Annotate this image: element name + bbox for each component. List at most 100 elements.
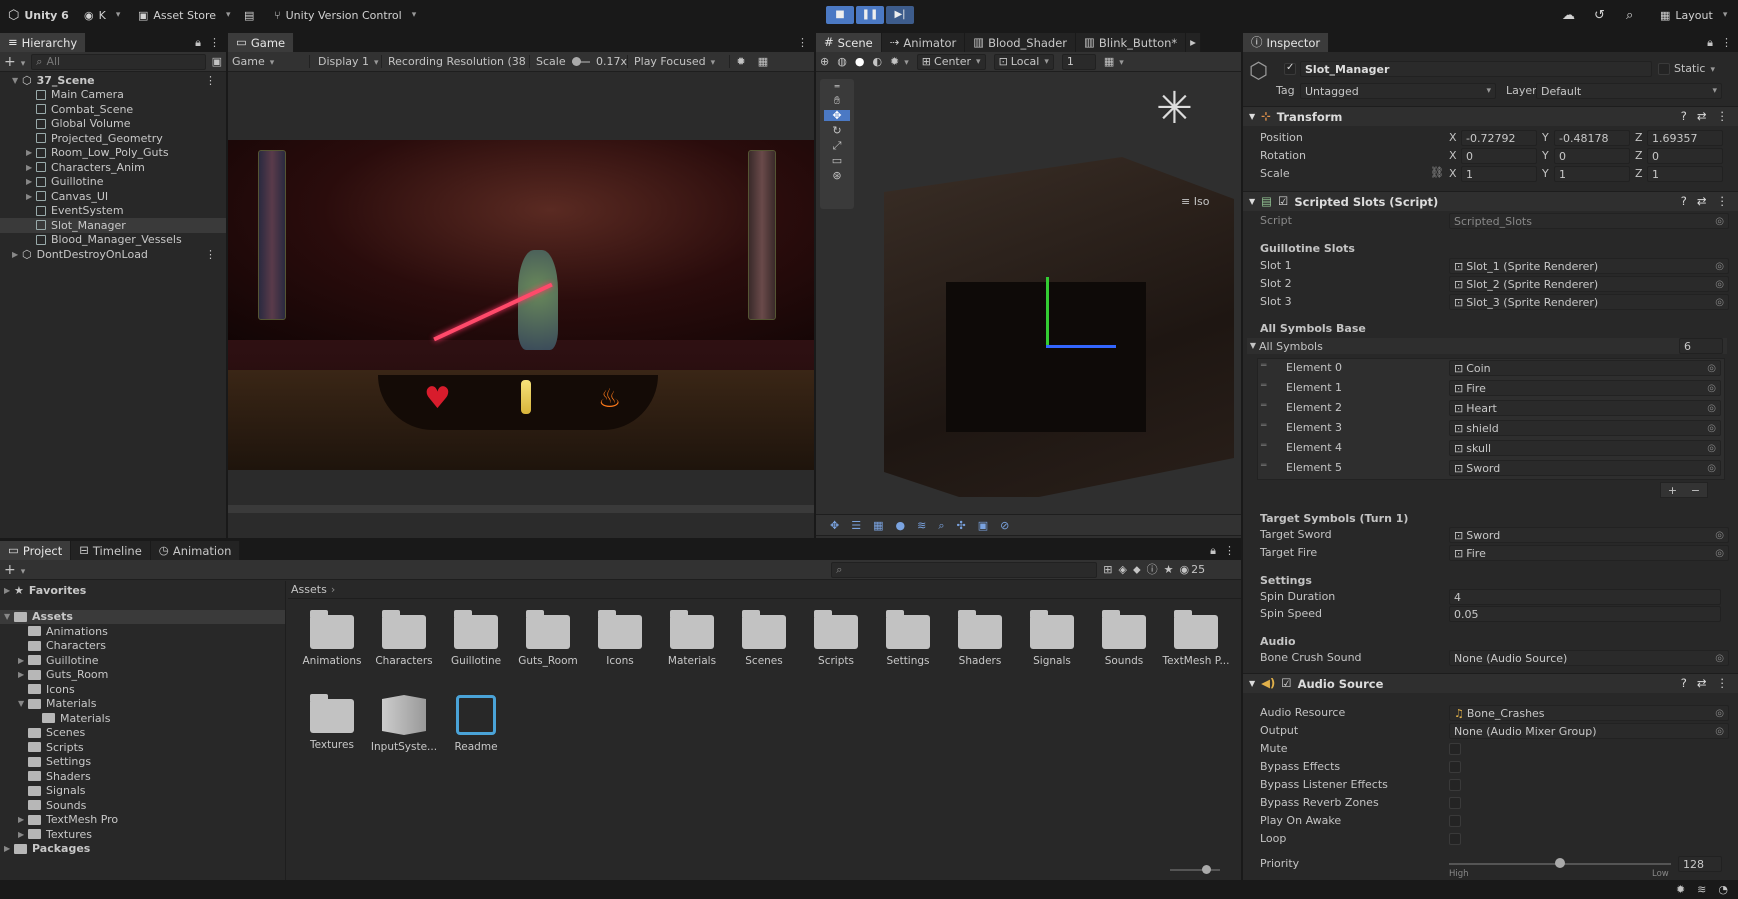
audio-toggle-checkbox[interactable] <box>1449 743 1461 755</box>
project-tree-item[interactable]: Sounds <box>0 798 285 813</box>
slot-field[interactable]: ⊡ Slot_1 (Sprite Renderer) <box>1449 258 1729 274</box>
kebab-menu-icon[interactable]: ⋮ <box>209 37 220 48</box>
tag-dropdown[interactable]: Untagged <box>1300 83 1496 99</box>
bug-icon[interactable]: ✹ <box>1676 884 1685 895</box>
scale-tool-icon[interactable]: ⤢ <box>833 140 842 151</box>
hand-tool-icon[interactable]: ✋︎ <box>834 95 840 106</box>
static-checkbox[interactable] <box>1658 63 1670 75</box>
asset-item[interactable]: Textures <box>296 694 368 751</box>
transform-value-field[interactable]: 1.69357 <box>1647 130 1723 146</box>
project-tree-item[interactable]: Materials <box>0 711 285 726</box>
chevron-right-icon[interactable]: ▶ <box>18 670 28 679</box>
search-by-label-icon[interactable]: ◈ <box>1118 564 1126 575</box>
spin-duration-field[interactable]: 4 <box>1449 589 1721 605</box>
hidden-packages-toggle[interactable]: ◉ 25 <box>1180 563 1206 576</box>
tab-game[interactable]: ▭ Game <box>228 33 295 52</box>
overlay-pivot-icon[interactable]: ✣ <box>957 520 966 531</box>
stack-icon[interactable]: ≋ <box>1697 884 1706 895</box>
element-field[interactable]: ⊡ shield <box>1449 420 1721 436</box>
chevron-right-icon[interactable]: ▶ <box>26 148 36 157</box>
enabled-check-icon[interactable]: ☑ <box>1278 195 1288 208</box>
project-tree-item[interactable]: Signals <box>0 784 285 799</box>
asset-folder[interactable]: Shaders <box>944 610 1016 667</box>
static-dropdown[interactable]: Static <box>1674 62 1715 75</box>
drag-handle-icon[interactable]: ═ <box>1261 441 1266 451</box>
project-tree-item[interactable]: Characters <box>0 639 285 654</box>
project-tree-item[interactable]: ▼ Materials <box>0 697 285 712</box>
tab-inspector[interactable]: ⓘ Inspector <box>1243 33 1330 52</box>
scale-slider[interactable]: Scale 0.17x <box>530 55 628 68</box>
asset-folder[interactable]: Guts_Room <box>512 610 584 667</box>
element-field[interactable]: ⊡ Fire <box>1449 380 1721 396</box>
kebab-menu-icon[interactable]: ⋮ <box>1717 195 1729 208</box>
grid-snap-icon[interactable]: ▦ <box>1104 56 1124 68</box>
preset-icon[interactable]: ⇄ <box>1697 110 1707 123</box>
audio-toggle-checkbox[interactable] <box>1449 779 1461 791</box>
scene-filter-icon[interactable]: ▣ <box>212 56 222 67</box>
chevron-right-icon[interactable]: ▶ <box>26 163 36 172</box>
preset-icon[interactable]: ⇄ <box>1697 195 1707 208</box>
asset-store-dropdown[interactable]: ▣ Asset Store <box>138 5 231 25</box>
history-button[interactable]: ↺ <box>1594 5 1605 25</box>
overlay-search-icon[interactable]: ⌕ <box>938 520 944 531</box>
tab-timeline[interactable]: ⊟ Timeline <box>71 541 151 560</box>
drag-handle-icon[interactable]: ═ <box>1261 401 1266 411</box>
orientation-icon[interactable]: ⊕ <box>820 56 829 67</box>
transform-value-field[interactable]: 1 <box>1461 166 1537 182</box>
assets-root-item[interactable]: ▼ Assets <box>0 609 285 624</box>
issues-icon[interactable]: ⓘ <box>1147 564 1158 575</box>
active-checkbox[interactable]: ✓ <box>1284 62 1296 75</box>
audio-toggle-checkbox[interactable] <box>1449 815 1461 827</box>
help-icon[interactable]: ? <box>1681 110 1687 123</box>
element-field[interactable]: ⊡ skull <box>1449 440 1721 456</box>
asset-folder[interactable]: Icons <box>584 610 656 667</box>
lock-icon[interactable]: 🔒︎ <box>195 37 201 48</box>
priority-slider-knob[interactable] <box>1555 858 1565 868</box>
tab-overflow[interactable]: ▸ <box>1186 33 1201 52</box>
overlay-move-icon[interactable]: ✥ <box>830 520 839 531</box>
priority-slider[interactable] <box>1449 858 1671 868</box>
cloud-button[interactable]: ☁ <box>1562 5 1575 25</box>
transform-tool-icon[interactable]: ⊛ <box>832 170 841 181</box>
snap-increment-field[interactable]: 1 <box>1061 53 1096 70</box>
element-field[interactable]: ⊡ Sword <box>1449 460 1721 476</box>
transform-value-field[interactable]: 0 <box>1461 148 1537 164</box>
unity-menu-button[interactable]: ⬡ Unity 6 <box>8 5 69 25</box>
shading-wireframe-icon[interactable]: ◍ <box>837 56 847 67</box>
hierarchy-item[interactable]: ▶ Guillotine <box>0 175 226 190</box>
target-sword-field[interactable]: ⊡ Sword <box>1449 527 1729 543</box>
favorites-item[interactable]: ▶ ★ Favorites <box>0 583 285 598</box>
shading-lit-icon[interactable]: ◐ <box>872 56 882 67</box>
step-button[interactable]: ▶| <box>886 6 914 24</box>
overlay-compass-icon[interactable]: ⊘ <box>1000 520 1009 531</box>
help-icon[interactable]: ? <box>1681 677 1687 690</box>
kebab-menu-icon[interactable]: ⋮ <box>1717 110 1729 123</box>
chevron-right-icon[interactable]: ▶ <box>26 177 36 186</box>
element-field[interactable]: ⊡ Coin <box>1449 360 1721 376</box>
add-object-button[interactable]: + <box>4 55 25 69</box>
asset-folder[interactable]: TextMesh P... <box>1160 610 1232 667</box>
asset-folder[interactable]: Guillotine <box>440 610 512 667</box>
chevron-right-icon[interactable]: ▶ <box>18 830 28 839</box>
pause-button[interactable]: ❚❚ <box>856 6 884 24</box>
layer-dropdown[interactable]: Default <box>1536 83 1722 99</box>
resolution-dropdown[interactable]: Recording Resolution (38 <box>382 55 530 68</box>
bug-icon[interactable]: ✹ <box>730 56 752 67</box>
zoom-slider[interactable] <box>1170 865 1220 874</box>
hierarchy-item[interactable]: ▶ ⬡ DontDestroyOnLoad ⋮ <box>0 247 226 262</box>
project-tree-item[interactable]: Scripts <box>0 740 285 755</box>
audio-source-header[interactable]: ▼ ◀) ☑ Audio Source ? ⇄ ⋮ <box>1243 673 1738 693</box>
hierarchy-item[interactable]: ▶ Characters_Anim <box>0 160 226 175</box>
asset-folder[interactable]: Materials <box>656 610 728 667</box>
hierarchy-item[interactable]: Main Camera <box>0 88 226 103</box>
account-dropdown[interactable]: ◉ K <box>84 5 120 25</box>
chevron-right-icon[interactable]: ▶ <box>26 192 36 201</box>
game-mode-dropdown[interactable]: Game <box>228 55 310 68</box>
overlay-align-icon[interactable]: ☰ <box>851 520 861 531</box>
enabled-check-icon[interactable]: ☑ <box>1281 677 1291 690</box>
layout-dropdown[interactable]: ▦ Layout <box>1660 5 1727 25</box>
kebab-menu-icon[interactable]: ⋮ <box>205 249 216 260</box>
hierarchy-item[interactable]: ▼ ⬡ 37_Scene ⋮ <box>0 73 226 88</box>
transform-value-field[interactable]: -0.72792 <box>1461 130 1537 146</box>
project-tree-item[interactable]: ▶ Textures <box>0 827 285 842</box>
